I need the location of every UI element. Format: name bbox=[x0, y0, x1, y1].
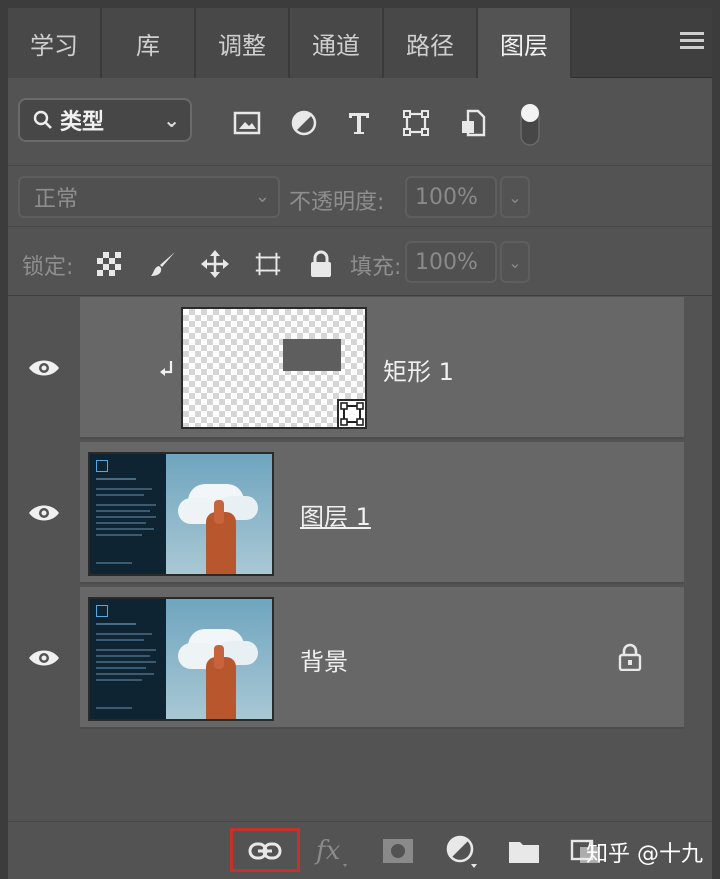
fill-input[interactable]: 100% bbox=[405, 241, 497, 283]
tab-adjustments[interactable]: 调整 bbox=[196, 8, 290, 78]
type-filter-icon[interactable] bbox=[342, 106, 376, 140]
opacity-label: 不透明度: bbox=[289, 190, 385, 215]
blend-row: 正常 ⌄ 不透明度: 100% ⌄ bbox=[8, 165, 712, 225]
layer-row[interactable]: 矩形 1 bbox=[8, 297, 684, 439]
layer-body[interactable]: 图层 1 bbox=[80, 442, 684, 584]
visibility-toggle[interactable] bbox=[8, 587, 80, 729]
layers-panel: 学习 库 调整 通道 路径 图层 类型 ⌄ 正常 ⌄ 不透明度: 100% ⌄ … bbox=[0, 0, 720, 879]
fx-layer-style-icon[interactable]: fx bbox=[311, 834, 351, 868]
blend-mode-value: 正常 bbox=[34, 187, 79, 212]
layer-name[interactable]: 图层 1 bbox=[300, 497, 371, 532]
layer-row[interactable]: 图层 1 bbox=[8, 442, 684, 584]
watermark-text: 知乎 @十九 bbox=[586, 842, 703, 867]
tab-libraries[interactable]: 库 bbox=[102, 8, 196, 78]
lock-icon[interactable] bbox=[618, 643, 642, 671]
shape-filter-icon[interactable] bbox=[399, 106, 433, 140]
tab-channels[interactable]: 通道 bbox=[290, 8, 384, 78]
layer-name[interactable]: 矩形 1 bbox=[383, 352, 454, 387]
clipping-mask-icon bbox=[160, 361, 173, 376]
lock-row: 锁定: 填充: 100% ⌄ bbox=[8, 226, 712, 296]
layers-list: 矩形 1 图层 1 背景 bbox=[8, 297, 712, 817]
tab-learn[interactable]: 学习 bbox=[8, 8, 102, 78]
layer-name[interactable]: 背景 bbox=[300, 642, 348, 677]
eye-icon bbox=[29, 650, 59, 666]
layer-body[interactable]: 背景 bbox=[80, 587, 684, 729]
panel-tab-bar: 学习 库 调整 通道 路径 图层 bbox=[8, 8, 712, 78]
lock-all-icon[interactable] bbox=[306, 249, 336, 279]
layer-thumbnail bbox=[88, 452, 274, 576]
layer-row[interactable]: 背景 bbox=[8, 587, 684, 729]
layer-body[interactable]: 矩形 1 bbox=[80, 297, 684, 439]
adjustment-filter-icon[interactable] bbox=[287, 106, 321, 140]
ps-logo-icon bbox=[96, 605, 108, 617]
layers-bottom-toolbar: fx 知乎 @十九 bbox=[8, 821, 712, 879]
smart-object-filter-icon[interactable] bbox=[456, 106, 490, 140]
layers-scrollbar[interactable] bbox=[684, 297, 712, 817]
splash-photo-preview bbox=[166, 454, 272, 574]
lock-label: 锁定: bbox=[22, 255, 74, 280]
splash-panel-preview bbox=[90, 599, 166, 719]
fill-label: 填充: bbox=[350, 255, 402, 280]
filter-toggle-icon[interactable] bbox=[513, 102, 547, 150]
image-filter-icon[interactable] bbox=[230, 106, 264, 140]
shape-layer-badge-icon bbox=[337, 399, 367, 429]
panel-menu-icon[interactable] bbox=[680, 32, 704, 50]
layer-thumbnail bbox=[181, 307, 367, 429]
lock-position-icon[interactable] bbox=[200, 249, 230, 279]
new-group-folder-icon[interactable] bbox=[504, 834, 544, 868]
layers-empty-area[interactable] bbox=[8, 731, 684, 817]
lock-image-pixels-icon[interactable] bbox=[148, 249, 178, 279]
fill-dropdown-icon[interactable]: ⌄ bbox=[500, 241, 530, 283]
svg-text:fx: fx bbox=[314, 836, 341, 866]
adjustment-layer-icon[interactable] bbox=[442, 834, 482, 868]
search-icon bbox=[33, 110, 52, 129]
chevron-down-icon: ⌄ bbox=[163, 108, 180, 132]
rectangle-shape-preview bbox=[283, 339, 341, 371]
chevron-down-icon: ⌄ bbox=[254, 186, 270, 207]
link-layers-icon[interactable] bbox=[245, 834, 285, 868]
opacity-dropdown-icon[interactable]: ⌄ bbox=[500, 176, 530, 218]
ps-logo-icon bbox=[96, 460, 108, 472]
layer-filter-row: 类型 ⌄ bbox=[8, 84, 712, 164]
tab-paths[interactable]: 路径 bbox=[384, 8, 478, 78]
eye-icon bbox=[29, 505, 59, 521]
splash-photo-preview bbox=[166, 599, 272, 719]
eye-icon bbox=[29, 360, 59, 376]
splash-panel-preview bbox=[90, 454, 166, 574]
visibility-toggle[interactable] bbox=[8, 297, 80, 439]
filter-kind-label: 类型 bbox=[60, 110, 105, 135]
opacity-input[interactable]: 100% bbox=[405, 176, 497, 218]
lock-transparent-pixels-icon[interactable] bbox=[94, 249, 124, 279]
lock-artboard-icon[interactable] bbox=[253, 249, 283, 279]
add-mask-icon[interactable] bbox=[378, 834, 418, 868]
filter-kind-select[interactable]: 类型 ⌄ bbox=[18, 98, 192, 142]
blend-mode-select[interactable]: 正常 ⌄ bbox=[18, 176, 280, 218]
layer-thumbnail bbox=[88, 597, 274, 721]
visibility-toggle[interactable] bbox=[8, 442, 80, 584]
tab-layers[interactable]: 图层 bbox=[478, 8, 572, 78]
